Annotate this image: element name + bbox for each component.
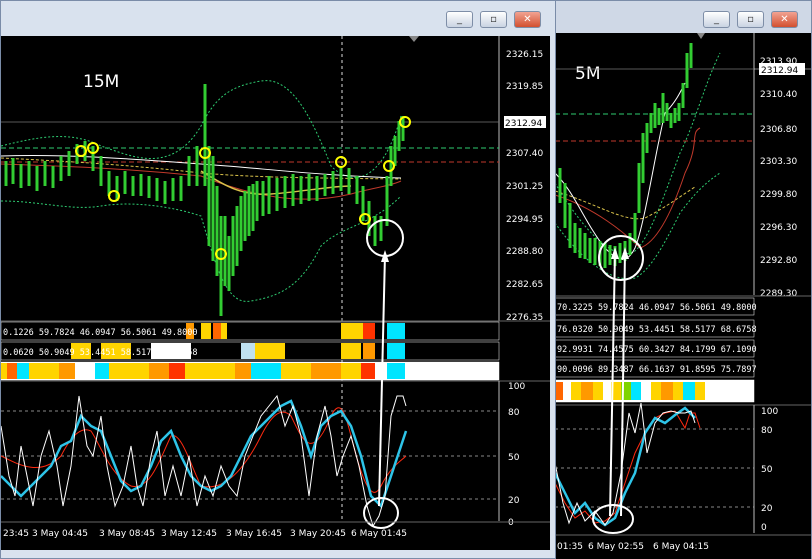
svg-text:01:35: 01:35 (557, 542, 583, 552)
timeframe-label: 5M (575, 64, 600, 84)
chart-window-5m[interactable]: _ ▫ ✕ 5M 2313.90 2312.94 2310.40 2306.80… (552, 0, 812, 559)
svg-text:70.3225 59.7824 46.0947 56.506: 70.3225 59.7824 46.0947 56.5061 49.8000 (557, 303, 757, 313)
svg-text:2306.80: 2306.80 (760, 125, 797, 135)
svg-text:20: 20 (761, 504, 773, 514)
chart-area[interactable]: 15M 2326.15 2319.85 2312.94 2307.40 2301… (1, 36, 550, 550)
svg-text:3 May 20:45: 3 May 20:45 (290, 529, 346, 539)
svg-text:2307.40: 2307.40 (506, 149, 543, 159)
arrow-head (611, 247, 619, 259)
svg-text:50: 50 (508, 453, 520, 463)
title-bar[interactable]: _ ▫ ✕ (553, 1, 811, 31)
svg-text:90.0096 89.3487 66.1637 91.859: 90.0096 89.3487 66.1637 91.8595 75.7897 (557, 365, 757, 375)
svg-text:0: 0 (761, 523, 767, 533)
svg-text:2294.95: 2294.95 (506, 215, 543, 225)
chart-window-15m[interactable]: _ ▫ ✕ 15M 2326.15 2319.85 2312.94 2307.4… (0, 0, 556, 559)
minimize-icon: _ (457, 14, 462, 25)
title-bar[interactable]: _ ▫ ✕ (1, 1, 555, 31)
restore-button[interactable]: ▫ (737, 11, 764, 28)
svg-text:2301.25: 2301.25 (506, 182, 543, 192)
svg-text:6 May 04:15: 6 May 04:15 (653, 542, 709, 552)
svg-text:92.9931 74.4575 60.3427 84.179: 92.9931 74.4575 60.3427 84.1799 67.1090 (557, 345, 757, 355)
svg-text:23:45: 23:45 (3, 529, 29, 539)
chart-shift-marker (697, 33, 705, 39)
svg-text:6 May 01:45: 6 May 01:45 (351, 529, 407, 539)
svg-text:2289.30: 2289.30 (760, 289, 797, 299)
restore-icon: ▫ (490, 14, 497, 25)
svg-text:0.0620 50.9049 53.4451 58.5177: 0.0620 50.9049 53.4451 58.5177 68.6758 (3, 348, 197, 358)
svg-text:2312.94: 2312.94 (761, 66, 798, 76)
svg-text:3 May 12:45: 3 May 12:45 (161, 529, 217, 539)
svg-text:6 May 02:55: 6 May 02:55 (588, 542, 644, 552)
restore-button[interactable]: ▫ (480, 11, 507, 28)
svg-text:80: 80 (761, 426, 773, 436)
svg-text:50: 50 (761, 465, 773, 475)
close-icon: ✕ (780, 14, 789, 25)
price-panel: 5M 2313.90 2312.94 2310.40 2306.80 2303.… (555, 33, 811, 299)
svg-text:2319.85: 2319.85 (506, 82, 543, 92)
svg-text:3 May 08:45: 3 May 08:45 (99, 529, 155, 539)
restore-icon: ▫ (747, 14, 754, 25)
heatmap-strip (555, 382, 705, 400)
svg-text:2288.80: 2288.80 (506, 247, 543, 257)
svg-text:76.0320 50.9049 53.4451 58.517: 76.0320 50.9049 53.4451 58.5177 68.6758 (557, 325, 757, 335)
svg-text:3 May 04:45: 3 May 04:45 (32, 529, 88, 539)
svg-text:2282.65: 2282.65 (506, 280, 543, 290)
svg-text:2326.15: 2326.15 (506, 50, 543, 60)
svg-text:3 May 16:45: 3 May 16:45 (226, 529, 282, 539)
minimize-button[interactable]: _ (446, 11, 473, 28)
oscillator-panel: 100 80 50 20 0 (1, 250, 550, 529)
chart-area[interactable]: 5M 2313.90 2312.94 2310.40 2306.80 2303.… (555, 33, 811, 559)
svg-text:2312.94: 2312.94 (505, 119, 542, 129)
heatmap-row-3 (1, 363, 405, 379)
timeframe-label: 15M (83, 72, 119, 92)
minimize-icon: _ (714, 14, 719, 25)
svg-text:0: 0 (508, 518, 514, 528)
svg-text:20: 20 (508, 496, 520, 506)
close-button[interactable]: ✕ (771, 11, 798, 28)
time-axis: 01:35 6 May 02:55 6 May 04:15 (555, 534, 811, 552)
svg-text:2299.80: 2299.80 (760, 190, 797, 200)
indicator-rows: 0.1226 59.7824 46.0947 56.5061 49.8000 0… (1, 320, 550, 381)
svg-text:80: 80 (508, 408, 520, 418)
svg-text:2310.40: 2310.40 (760, 90, 797, 100)
close-button[interactable]: ✕ (514, 11, 541, 28)
svg-text:100: 100 (761, 407, 778, 417)
time-axis: 23:45 3 May 04:45 3 May 08:45 3 May 12:4… (1, 521, 550, 539)
svg-text:2292.80: 2292.80 (760, 256, 797, 266)
minimize-button[interactable]: _ (703, 11, 730, 28)
chart-shift-marker (409, 36, 419, 42)
svg-text:2303.30: 2303.30 (760, 157, 797, 167)
close-icon: ✕ (523, 14, 532, 25)
price-panel: 15M 2326.15 2319.85 2312.94 2307.40 2301… (1, 36, 546, 521)
svg-text:100: 100 (508, 382, 525, 392)
indicator-rows: 70.3225 59.7824 46.0947 56.5061 49.8000 … (555, 295, 811, 403)
svg-text:0.1226 59.7824 46.0947 56.5061: 0.1226 59.7824 46.0947 56.5061 49.8000 (3, 328, 197, 338)
svg-text:2296.30: 2296.30 (760, 223, 797, 233)
